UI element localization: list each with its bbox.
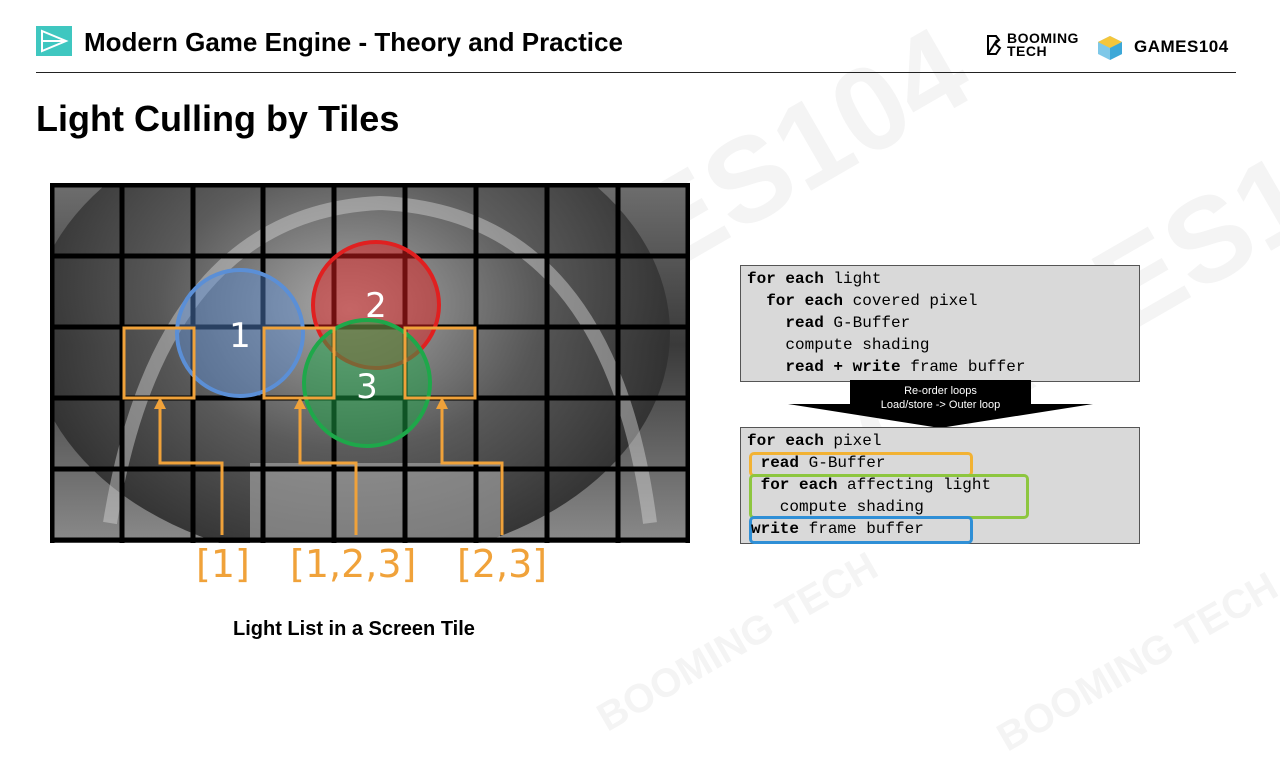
code-line: read + write frame buffer — [747, 358, 1026, 376]
code-line: compute shading — [747, 336, 930, 354]
code-before-box: for each light for each covered pixel re… — [740, 265, 1140, 382]
games104-logo-text: GAMES104 — [1134, 37, 1229, 56]
reorder-arrow: Re-order loops Load/store -> Outer loop — [788, 380, 1093, 428]
tile-light-list-1: [1] — [196, 542, 250, 586]
code-line: write frame buffer — [751, 520, 924, 538]
code-line: compute shading — [751, 498, 924, 516]
tiled-scene-image: 1 2 3 — [50, 183, 690, 543]
code-line: for each covered pixel — [747, 292, 978, 310]
scene-floor — [250, 463, 500, 543]
light-1-label: 1 — [229, 316, 251, 356]
tile-light-list-2: [1,2,3] — [290, 542, 417, 586]
header-divider — [36, 72, 1236, 73]
booming-b-icon — [987, 35, 1002, 55]
games-cube-icon — [1098, 36, 1122, 60]
arrow-line-1: Re-order loops — [904, 385, 977, 397]
code-line: for each light — [747, 270, 882, 288]
code-line: for each pixel — [747, 432, 882, 450]
play-logo-icon — [36, 26, 72, 56]
code-line: read G-Buffer — [751, 454, 886, 472]
slide-header: Modern Game Engine - Theory and Practice… — [0, 0, 1280, 78]
arrow-line-2: Load/store -> Outer loop — [880, 399, 1001, 411]
light-3-label: 3 — [356, 367, 378, 407]
code-line: for each affecting light — [751, 476, 992, 494]
course-title: Modern Game Engine - Theory and Practice — [84, 27, 623, 57]
tile-light-list-3: [2,3] — [457, 542, 548, 586]
watermark: BOOMING TECH — [589, 544, 886, 741]
slide-title: Light Culling by Tiles — [36, 98, 400, 139]
tile-light-diagram: 1 2 3 — [50, 183, 690, 543]
diagram-caption: Light List in a Screen Tile — [233, 618, 475, 640]
code-line: read G-Buffer — [747, 314, 911, 332]
watermark: BOOMING TECH — [989, 564, 1280, 761]
light-2-label: 2 — [365, 286, 387, 326]
code-after-box: for each pixel read G-Buffer for each af… — [740, 427, 1140, 544]
tech-text: TECH — [1007, 43, 1048, 59]
